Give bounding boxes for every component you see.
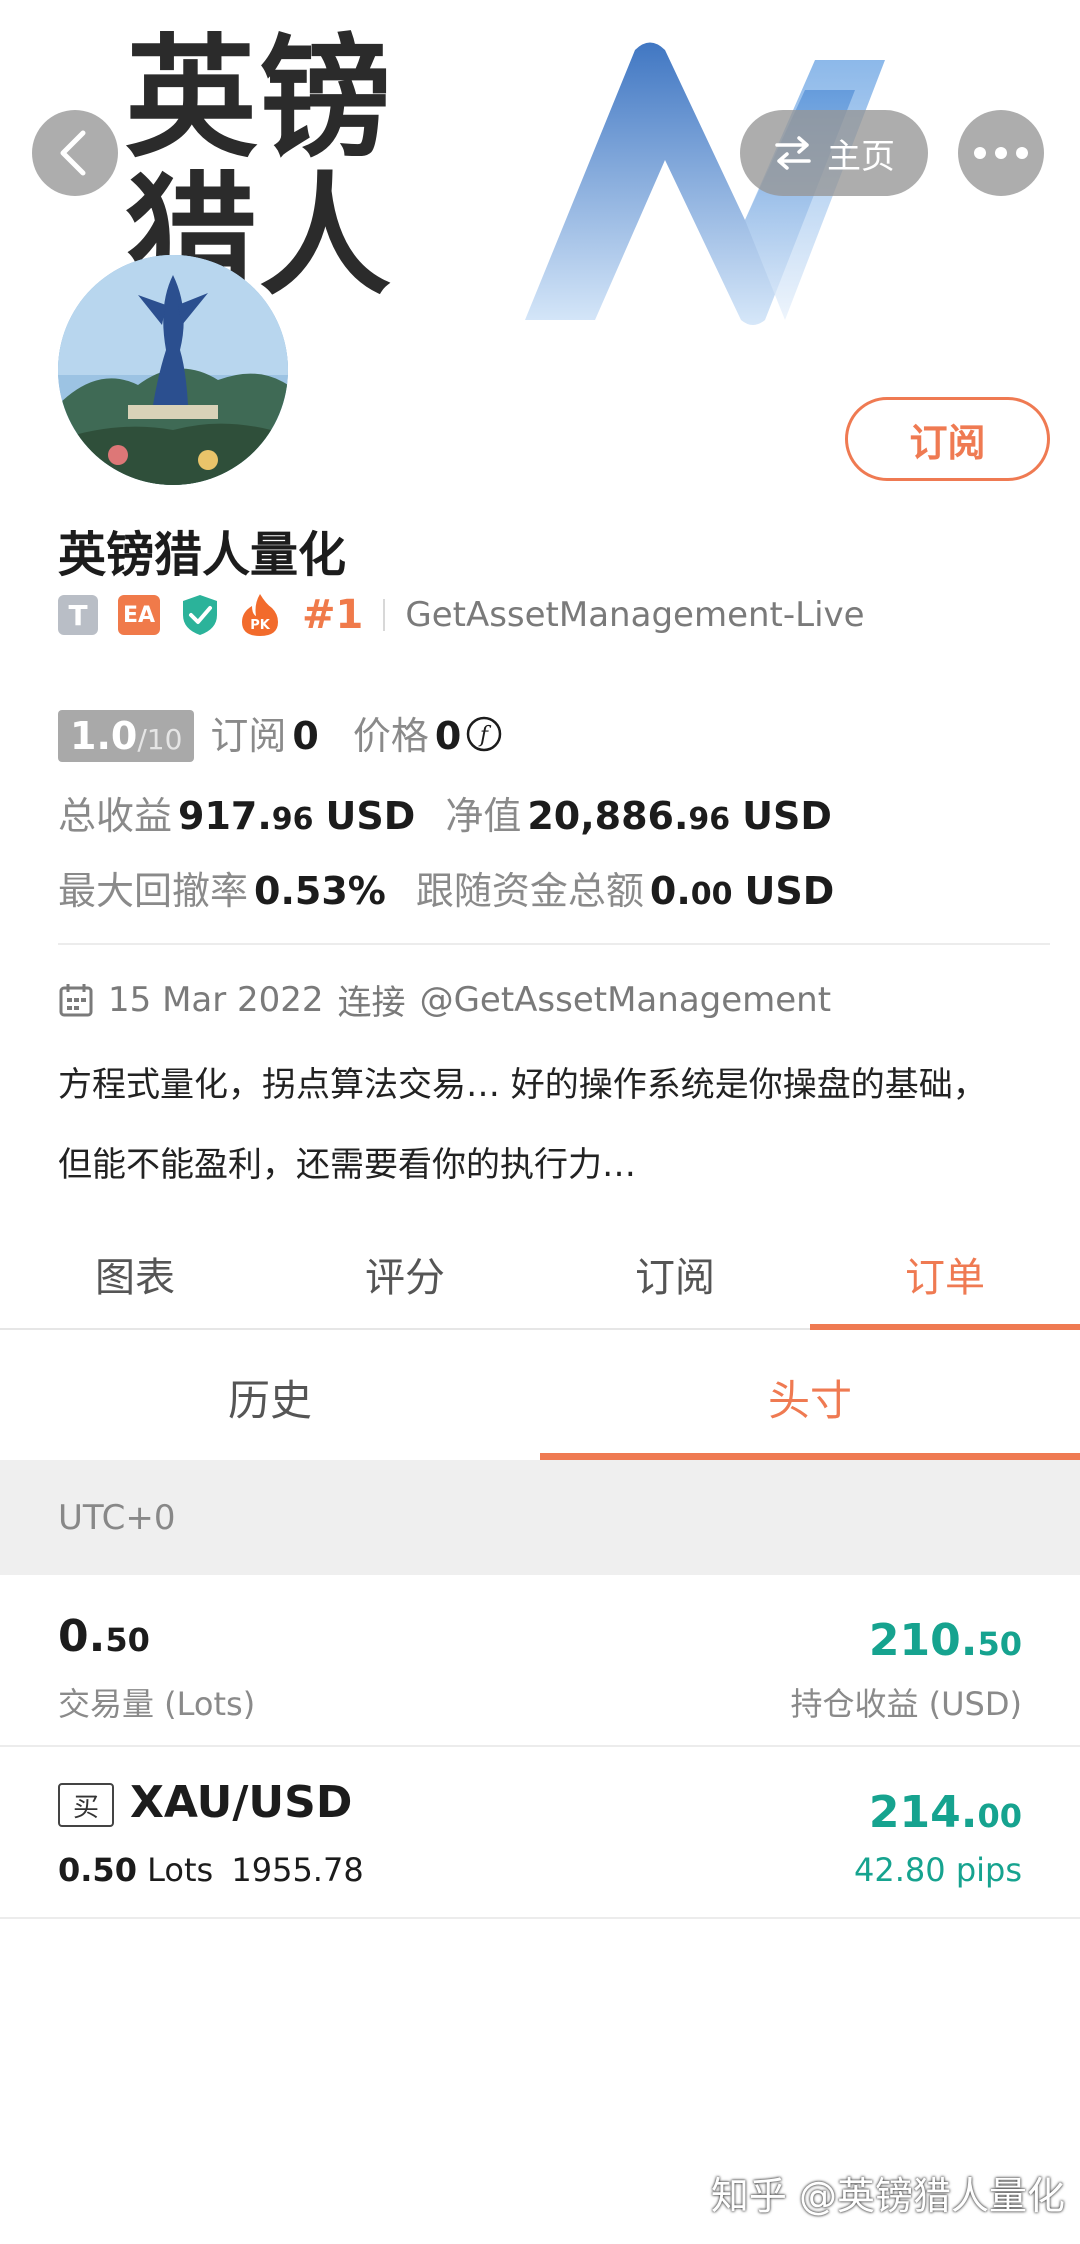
- server-name: GetAssetManagement-Live: [405, 595, 865, 635]
- total-lots-dec: 50: [105, 1621, 150, 1659]
- position-detail: 0.50 Lots 1955.78: [58, 1851, 364, 1889]
- banner-line-1: 英镑: [125, 22, 393, 176]
- total-profit-int: 917.: [178, 794, 272, 838]
- follow-funds-label: 跟随资金总额: [415, 869, 644, 913]
- profile-name: 英镑猎人量化: [58, 527, 347, 583]
- floating-profit-dec: 50: [977, 1625, 1022, 1663]
- badge-divider: [383, 599, 386, 631]
- total-profit-dec: 96: [271, 802, 314, 837]
- position-row[interactable]: 买 XAU/USD 0.50 Lots 1955.78 214.00 42.80…: [0, 1747, 1080, 1919]
- floating-profit-int: 210.: [868, 1615, 978, 1666]
- stats-row-profit: 总收益 917.96 USD 净值 20,886.96 USD: [58, 785, 832, 840]
- follow-funds-int: 0.: [649, 869, 691, 913]
- position-open-price: 1955.78: [231, 1851, 364, 1889]
- shield-check-icon: [183, 595, 217, 635]
- calendar-icon: [59, 983, 93, 1016]
- subscribe-count-label: 订阅: [210, 714, 287, 758]
- drawdown-value: 0.53%: [254, 869, 386, 913]
- buy-tag: 买: [58, 1783, 114, 1827]
- badges-row: T EA PK #1 GetAssetManagement-Live: [58, 590, 865, 640]
- drawdown-label: 最大回撤率: [58, 869, 249, 913]
- total-lots-value: 0.50: [58, 1611, 150, 1662]
- equity-value: 20,886.96: [527, 794, 730, 838]
- total-profit-unit: USD: [325, 794, 416, 838]
- floating-profit-value: 210.50: [869, 1615, 1022, 1666]
- home-button[interactable]: 主页: [740, 110, 928, 196]
- price-value: 0: [434, 714, 462, 758]
- avatar-image: [58, 255, 288, 485]
- swap-icon: [775, 136, 811, 170]
- price-label: 价格: [352, 714, 429, 758]
- subtab-history[interactable]: 历史: [0, 1335, 540, 1460]
- svg-text:f: f: [478, 723, 492, 748]
- floating-profit-label: 持仓收益 (USD): [790, 1685, 1022, 1723]
- ea-badge: EA: [118, 595, 160, 635]
- back-button[interactable]: [32, 110, 118, 196]
- rank-label: #1: [302, 592, 364, 638]
- connect-date: 15 Mar 2022: [108, 979, 324, 1020]
- total-lots-int: 0.: [58, 1611, 106, 1662]
- tab-subscribe[interactable]: 订阅: [540, 1220, 810, 1328]
- position-lots-unit: Lots: [147, 1851, 214, 1889]
- more-button[interactable]: [958, 110, 1044, 196]
- battery-status: 0%: [830, 22, 878, 57]
- follow-funds-dec: 00: [690, 877, 733, 912]
- equity-label: 净值: [445, 794, 522, 838]
- total-profit-value: 917.96: [178, 794, 314, 838]
- position-profit-int: 214.: [868, 1787, 978, 1838]
- rating-value: 1.0: [70, 714, 138, 758]
- tab-rating[interactable]: 评分: [270, 1220, 540, 1328]
- equity-int: 20,886.: [527, 794, 689, 838]
- tab-chart[interactable]: 图表: [0, 1220, 270, 1328]
- section-divider: [58, 943, 1050, 945]
- description-line-1: 方程式量化，拐点算法交易… 好的操作系统是你操盘的基础，: [58, 1065, 987, 1105]
- position-profit-dec: 00: [977, 1797, 1022, 1835]
- position-profit: 214.00: [869, 1787, 1022, 1838]
- rating-badge: 1.0/10: [58, 710, 195, 762]
- timezone-bar: UTC+0: [0, 1460, 1080, 1575]
- rating-max: /10: [137, 723, 183, 756]
- equity-dec: 96: [688, 802, 731, 837]
- connect-info: 15 Mar 2022 连接 @GetAssetManagement: [58, 975, 831, 1024]
- watermark: 知乎 @英镑猎人量化: [710, 2174, 1065, 2218]
- positions-summary: 0.50 交易量 (Lots) 210.50 持仓收益 (USD): [0, 1575, 1080, 1747]
- subscribe-button[interactable]: 订阅: [845, 397, 1050, 481]
- subscribe-count-value: 0: [292, 714, 319, 758]
- avatar[interactable]: [58, 255, 288, 485]
- profile-description: 方程式量化，拐点算法交易… 好的操作系统是你操盘的基础， 但能不能盈利，还需要看…: [58, 1045, 1048, 1205]
- connect-verb: 连接: [337, 983, 406, 1023]
- tab-orders[interactable]: 订单: [810, 1220, 1080, 1330]
- total-profit-label: 总收益: [58, 794, 173, 838]
- subtab-positions[interactable]: 头寸: [540, 1335, 1080, 1460]
- main-tabs: 图表 评分 订阅 订单: [0, 1220, 1080, 1330]
- follow-funds-value: 0.00: [650, 869, 733, 913]
- more-dots-icon: [974, 147, 1028, 159]
- stats-row-drawdown: 最大回撤率 0.53% 跟随资金总额 0.00 USD: [58, 860, 834, 915]
- total-lots-label: 交易量 (Lots): [58, 1685, 256, 1723]
- position-pips: 42.80 pips: [854, 1851, 1022, 1889]
- position-lots: 0.50: [58, 1851, 137, 1889]
- pk-fire-icon: PK: [242, 594, 278, 636]
- home-button-label: 主页: [827, 136, 895, 177]
- equity-unit: USD: [742, 794, 832, 838]
- stats-row-rating: 1.0/10 订阅 0 价格 0 f: [58, 705, 503, 762]
- position-symbol: XAU/USD: [130, 1777, 353, 1828]
- svg-text:PK: PK: [250, 618, 271, 633]
- timezone-label: UTC+0: [58, 1497, 176, 1538]
- coin-icon: f: [467, 716, 502, 751]
- order-subtabs: 历史 头寸: [0, 1335, 1080, 1460]
- connect-account-link[interactable]: @GetAssetManagement: [420, 980, 832, 1020]
- follow-funds-unit: USD: [744, 869, 835, 913]
- description-line-2: 但能不能盈利，还需要看你的执行力…: [58, 1145, 636, 1185]
- trader-badge: T: [58, 595, 98, 635]
- chevron-left-icon: [60, 130, 86, 176]
